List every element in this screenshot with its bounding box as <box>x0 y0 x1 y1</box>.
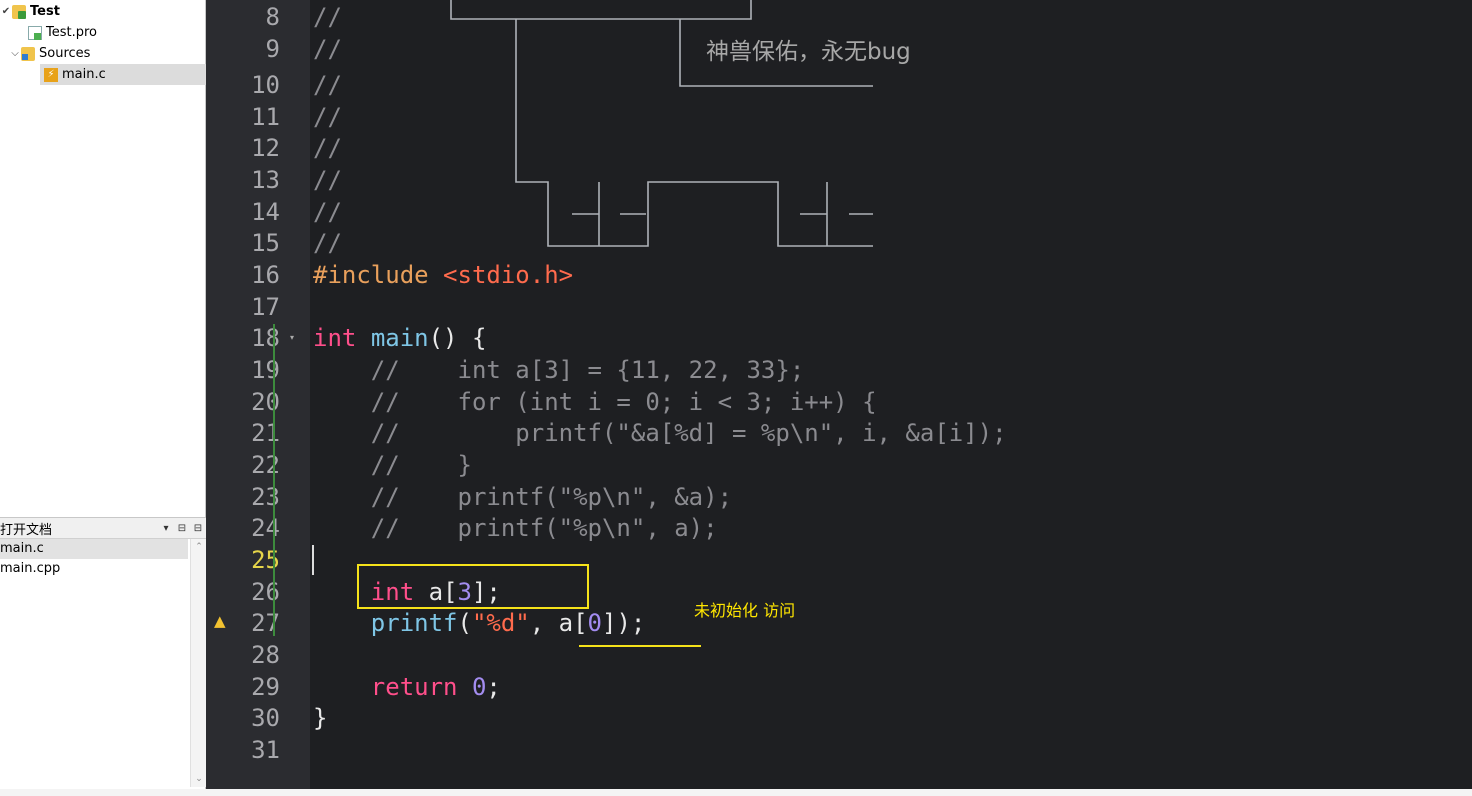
open-documents-panel: 打开文档 ▾ ⊟ ⊟ main.c main.cpp ⌃ ⌄ <box>0 517 206 789</box>
line-number: 10 <box>251 71 280 99</box>
code-line-11[interactable]: // <box>313 101 342 133</box>
line-number: 19 <box>251 356 280 384</box>
open-documents-header: 打开文档 ▾ ⊟ ⊟ <box>0 517 206 539</box>
open-documents-title: 打开文档 <box>0 522 53 538</box>
code-line-30[interactable]: } <box>313 702 327 734</box>
pro-file-icon <box>28 25 42 40</box>
sources-label: Sources <box>39 46 91 61</box>
code-punct: ]); <box>602 609 646 637</box>
c-file-icon: ⚡ <box>44 67 58 82</box>
number-literal: 0 <box>471 673 487 701</box>
code-punct: ; <box>486 673 501 701</box>
line-number: 21 <box>251 419 280 447</box>
expand-arrow-icon[interactable]: ⌵ <box>9 48 21 59</box>
code-line-19[interactable]: // int a[3] = {11, 22, 33}; <box>313 354 804 386</box>
code-line-27[interactable]: printf("%d", a[0]); <box>313 607 646 639</box>
code-line-20[interactable]: // for (int i = 0; i < 3; i++) { <box>313 386 877 418</box>
tree-item-pro-file[interactable]: Test.pro <box>28 22 97 43</box>
scroll-up-icon[interactable]: ⌃ <box>191 539 207 555</box>
line-number-current: 25 <box>251 546 280 574</box>
tree-item-main-c[interactable]: ⚡ main.c <box>40 64 206 85</box>
line-number: 24 <box>251 514 280 542</box>
line-number: 28 <box>251 641 280 669</box>
expand-arrow-icon[interactable]: ✔ <box>0 6 12 17</box>
text-cursor <box>312 545 314 575</box>
code-line-12[interactable]: // <box>313 132 342 164</box>
bottom-status-strip <box>0 789 1472 796</box>
code-line-24[interactable]: // printf("%p\n", a); <box>313 512 718 544</box>
line-number: 12 <box>251 134 280 162</box>
line-number: 17 <box>251 293 280 321</box>
sources-folder-icon <box>21 46 35 61</box>
line-number: 15 <box>251 229 280 257</box>
warning-icon[interactable]: ▲ <box>214 612 226 630</box>
line-number: 22 <box>251 451 280 479</box>
keyword: int <box>313 324 357 352</box>
line-number: 8 <box>265 3 280 31</box>
open-doc-main-c[interactable]: main.c <box>0 539 188 559</box>
function-name: main <box>370 324 429 352</box>
dropdown-arrow-icon[interactable]: ▾ <box>158 523 174 534</box>
annotation-note: 未初始化 访问 <box>694 601 796 620</box>
line-number: 29 <box>251 673 280 701</box>
line-number: 16 <box>251 261 280 289</box>
tree-item-sources[interactable]: ⌵ Sources <box>9 43 90 64</box>
open-documents-scrollbar[interactable]: ⌃ ⌄ <box>190 539 206 787</box>
code-editor[interactable]: 8 9 10 11 12 13 14 15 16 17 18 19 20 21 … <box>206 0 1472 789</box>
code-line-8[interactable]: // <box>313 1 342 33</box>
project-tree: ✔ Test Test.pro ⌵ Sources ⚡ main.c <box>0 0 206 515</box>
code-line-16[interactable]: #include <stdio.h> <box>313 259 573 291</box>
keyword: return <box>370 673 458 701</box>
code-line-13[interactable]: // <box>313 164 342 196</box>
preprocessor-directive: #include <box>313 261 429 289</box>
code-area[interactable]: // // // // // // // // #include <stdio.… <box>313 0 1472 789</box>
line-number: 18 <box>251 324 280 352</box>
tree-item-project[interactable]: ✔ Test <box>0 1 206 22</box>
open-doc-main-cpp[interactable]: main.cpp <box>0 559 188 579</box>
string-literal: "%d" <box>471 609 530 637</box>
include-header: <stdio.h> <box>443 261 574 289</box>
code-line-21[interactable]: // printf("&a[%d] = %p\n", i, &a[i]); <box>313 417 1007 449</box>
code-line-23[interactable]: // printf("%p\n", &a); <box>313 481 732 513</box>
code-line-18[interactable]: int main() { <box>313 322 486 354</box>
line-number: 9 <box>265 35 280 63</box>
code-line-15[interactable]: // <box>313 227 342 259</box>
scroll-down-icon[interactable]: ⌄ <box>191 771 207 787</box>
code-punct: () { <box>428 324 487 352</box>
line-number: 26 <box>251 578 280 606</box>
code-text: , a[ <box>529 609 588 637</box>
change-indicator-bar <box>273 324 275 636</box>
project-name: Test <box>30 4 60 19</box>
annotation-underline <box>579 645 701 647</box>
function-call: printf <box>370 609 458 637</box>
fold-marker-icon[interactable]: ▾ <box>290 333 294 342</box>
line-number: 13 <box>251 166 280 194</box>
line-number: 27 <box>251 609 280 637</box>
project-icon <box>12 4 26 19</box>
line-number: 30 <box>251 704 280 732</box>
number-literal: 0 <box>587 609 602 637</box>
line-number-gutter: 8 9 10 11 12 13 14 15 16 17 18 19 20 21 … <box>206 0 310 789</box>
code-line-10[interactable]: // <box>313 69 342 101</box>
pro-file-label: Test.pro <box>46 25 97 40</box>
code-line-14[interactable]: // <box>313 196 342 228</box>
annotation-highlight-box <box>357 564 589 609</box>
split-icon[interactable]: ⊟ <box>174 523 190 534</box>
line-number: 14 <box>251 198 280 226</box>
left-panel: ✔ Test Test.pro ⌵ Sources ⚡ main.c 打开文档 … <box>0 0 206 796</box>
code-line-9[interactable]: // <box>313 33 342 65</box>
code-line-22[interactable]: // } <box>313 449 472 481</box>
main-c-label: main.c <box>62 67 106 82</box>
line-number: 23 <box>251 483 280 511</box>
line-number: 20 <box>251 388 280 416</box>
code-punct: ( <box>457 609 472 637</box>
line-number: 31 <box>251 736 280 764</box>
code-line-29[interactable]: return 0; <box>313 671 501 703</box>
line-number: 11 <box>251 103 280 131</box>
close-panel-icon[interactable]: ⊟ <box>190 523 206 534</box>
